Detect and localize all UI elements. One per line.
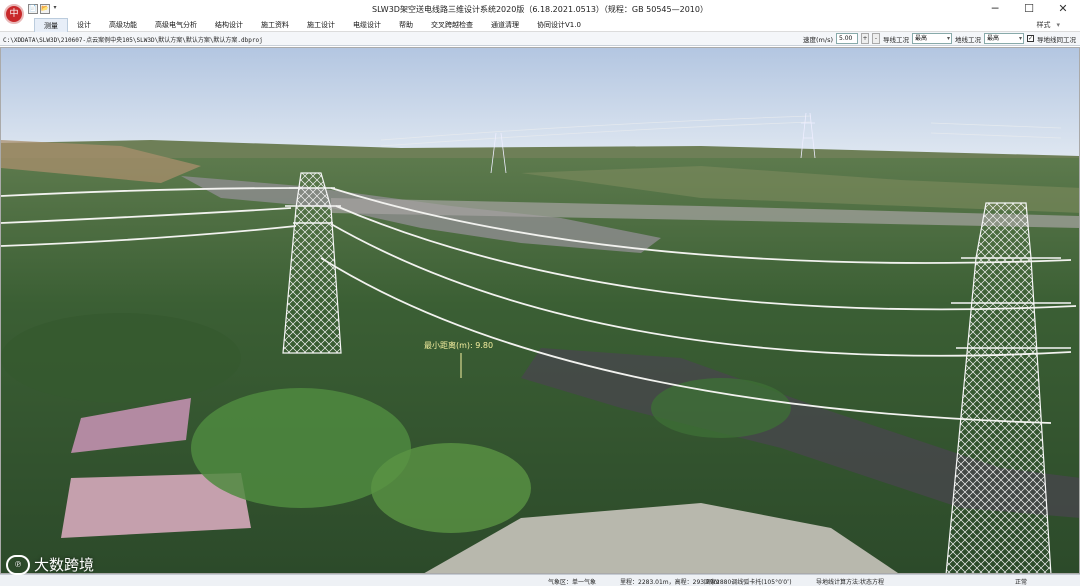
same-condition-label: 导地线同工况 (1037, 35, 1076, 44)
watermark: ℗ 大数跨境 (6, 554, 94, 575)
minimize-button[interactable]: ─ (978, 0, 1012, 18)
maximize-button[interactable]: ☐ (1012, 0, 1046, 18)
speed-input[interactable]: 5.00 (836, 33, 858, 44)
3d-point-cloud-viewport[interactable]: 最小距离(m): 9.80 (0, 47, 1080, 574)
tree-cluster-3 (651, 378, 791, 438)
app-window: 中 📄 📂 ▾ SLW3D架空送电线路三维设计系统2020版（6.18.2021… (0, 0, 1080, 586)
project-toolbar: C:\XDDATA\SLW3D\210607-点云案例中央105\SLW3D\默… (0, 32, 1080, 46)
speed-decrease-button[interactable]: - (872, 33, 880, 44)
speed-label: 速度(m/s) (803, 35, 833, 44)
watermark-text: 大数跨境 (34, 556, 95, 574)
app-state-status: 正常 (1015, 579, 1028, 586)
speed-increase-button[interactable]: + (861, 33, 869, 44)
title-bar: 中 📄 📂 ▾ SLW3D架空送电线路三维设计系统2020版（6.18.2021… (0, 0, 1080, 24)
ground-wire-condition-label: 地线工况 (955, 35, 981, 44)
window-title: SLW3D架空送电线路三维设计系统2020版（6.18.2021.0513）（规… (372, 5, 708, 14)
projection-status: 国家2880调线弧卡托(105°0′0″) (704, 579, 792, 586)
style-menu[interactable]: 样式 ▾ (1036, 20, 1060, 30)
watermark-logo-icon: ℗ (6, 554, 30, 575)
tree-cluster-4 (1, 313, 241, 403)
menu-bar: 测量 设计 高级功能 高级电气分析 结构设计 施工资料 施工设计 电缆设计 帮助 交叉跨越检查 通道… (0, 18, 1080, 34)
ground-wire-condition-select[interactable]: 最高 (984, 33, 1024, 44)
conductor-condition-select[interactable]: 最高 (912, 33, 952, 44)
weather-zone-status: 气象区：单一气象 (548, 579, 597, 586)
close-button[interactable]: ✕ (1046, 0, 1080, 18)
scene-svg[interactable]: 最小距离(m): 9.80 (1, 48, 1080, 574)
style-dropdown-icon[interactable]: ▾ (1056, 21, 1060, 29)
min-distance-annotation: 最小距离(m): 9.80 (424, 340, 493, 350)
calculation-method-status: 导地线计算方法:状态方程 (816, 579, 885, 586)
conductor-condition-label: 导线工况 (883, 35, 909, 44)
status-bar: 气象区：单一气象 里程：2283.01m，高程：293.29m 国家2880调线… (0, 574, 1080, 586)
view-controls: 速度(m/s) 5.00 + - 导线工况 最高 地线工况 最高 ✓ 导地线同工… (803, 33, 1076, 44)
project-path: C:\XDDATA\SLW3D\210607-点云案例中央105\SLW3D\默… (3, 37, 263, 44)
tree-cluster-2 (371, 443, 531, 533)
window-controls: ─ ☐ ✕ (978, 0, 1080, 18)
app-logo: 中 (4, 4, 24, 24)
same-condition-checkbox[interactable]: ✓ (1027, 35, 1034, 42)
